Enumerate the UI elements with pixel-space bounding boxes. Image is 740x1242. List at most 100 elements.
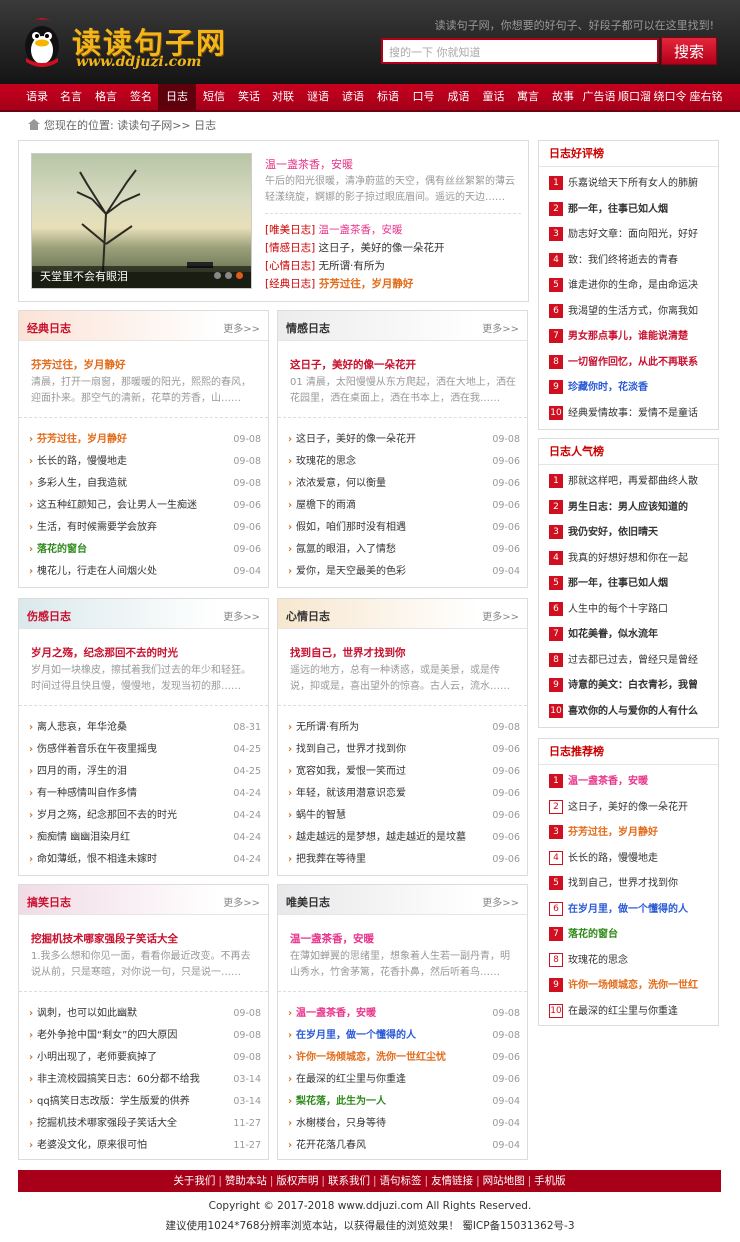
- list-item[interactable]: 无所谓·有所为 09-08: [288, 717, 520, 739]
- slide-dot[interactable]: [214, 272, 221, 279]
- feature-title[interactable]: 这日子，美好的像一朵花开: [290, 357, 416, 372]
- list-item[interactable]: 有一种感情叫自作多情 04-24: [29, 783, 261, 805]
- rank-item[interactable]: 10 喜欢你的人与爱你的人有什么: [549, 699, 718, 725]
- top-list-item[interactable]: [情感日志] 这日子，美好的像一朵花开: [265, 239, 445, 257]
- nav-item[interactable]: 谚语: [336, 84, 370, 110]
- category-title[interactable]: 心情日志: [286, 608, 330, 624]
- nav-item[interactable]: 签名: [124, 84, 158, 110]
- list-item[interactable]: 年轻，就该用潜意识恋爱 09-06: [288, 783, 520, 805]
- nav-item[interactable]: 日志: [158, 84, 196, 110]
- nav-item[interactable]: 名言: [54, 84, 88, 110]
- rank-link[interactable]: 在岁月里，做一个懂得的人: [568, 904, 688, 915]
- footer-link[interactable]: 语句标签: [380, 1175, 422, 1187]
- feature-title[interactable]: 岁月之殇，纪念那回不去的时光: [31, 645, 178, 660]
- list-item[interactable]: 生活，有时候需要学会放弃 09-06: [29, 517, 261, 539]
- list-item[interactable]: 讽刺，也可以如此幽默 09-08: [29, 1003, 261, 1025]
- list-item[interactable]: 玫瑰花的思念 09-06: [288, 451, 520, 473]
- rank-item[interactable]: 10 经典爱情故事：爱情不是童话: [549, 401, 718, 427]
- nav-item[interactable]: 标语: [370, 84, 406, 110]
- top-list-title[interactable]: 芬芳过往，岁月静好: [315, 278, 414, 290]
- slide-dot-active[interactable]: [236, 272, 243, 279]
- list-item[interactable]: 花开花落几春风 09-04: [288, 1135, 520, 1157]
- article-link[interactable]: 伤感伴着音乐在午夜里摇曳: [37, 744, 157, 755]
- article-link[interactable]: 玫瑰花的思念: [296, 456, 356, 467]
- article-link[interactable]: 把我葬在等待里: [296, 854, 366, 865]
- article-link[interactable]: 痴痴情 幽幽泪染月红: [37, 832, 130, 843]
- list-item[interactable]: 找到自己，世界才找到你 09-06: [288, 739, 520, 761]
- list-item[interactable]: 爱你，是天空最美的色彩 09-04: [288, 561, 520, 583]
- article-link[interactable]: 温一盏茶香，安暖: [296, 1008, 376, 1019]
- top-list-title[interactable]: 温一盏茶香，安暖: [315, 224, 403, 236]
- category-title[interactable]: 情感日志: [286, 320, 330, 336]
- rank-item[interactable]: 8 过去都已过去，曾经只是曾经: [549, 648, 718, 674]
- category-title[interactable]: 搞笑日志: [27, 894, 71, 910]
- nav-item[interactable]: 语录: [20, 84, 54, 110]
- rank-item[interactable]: 4 我真的好想好想和你在一起: [549, 546, 718, 572]
- article-link[interactable]: 越走越远的是梦想，越走越近的是坟墓: [296, 832, 466, 843]
- list-item[interactable]: 氤氲的眼泪，入了情愁 09-06: [288, 539, 520, 561]
- list-item[interactable]: 在岁月里，做一个懂得的人 09-08: [288, 1025, 520, 1047]
- nav-item[interactable]: 广告语: [581, 84, 617, 110]
- list-item[interactable]: 假如，咱们那时没有相遇 09-06: [288, 517, 520, 539]
- list-item[interactable]: 越走越远的是梦想，越走越近的是坟墓 09-06: [288, 827, 520, 849]
- rank-link[interactable]: 如花美眷，似水流年: [568, 629, 658, 640]
- list-item[interactable]: 痴痴情 幽幽泪染月红 04-24: [29, 827, 261, 849]
- rank-item[interactable]: 7 落花的窗台: [549, 922, 718, 948]
- rank-link[interactable]: 找到自己，世界才找到你: [568, 878, 678, 889]
- list-item[interactable]: 浓浓爱意，何以衡量 09-06: [288, 473, 520, 495]
- rank-link[interactable]: 在最深的红尘里与你重逢: [568, 1006, 678, 1017]
- list-item[interactable]: 挖掘机技术哪家强段子笑话大全 11-27: [29, 1113, 261, 1135]
- rank-item[interactable]: 3 励志好文章：面向阳光，好好: [549, 222, 718, 248]
- rank-item[interactable]: 1 乐嘉说给天下所有女人的肺腑: [549, 171, 718, 197]
- rank-link[interactable]: 我仍安好，依旧晴天: [568, 527, 658, 538]
- nav-item[interactable]: 顺口溜: [617, 84, 652, 110]
- list-item[interactable]: 把我葬在等待里 09-06: [288, 849, 520, 871]
- top-list-title[interactable]: 无所谓·有所为: [315, 260, 385, 272]
- rank-link[interactable]: 男生日志：男人应该知道的: [568, 502, 688, 513]
- rank-item[interactable]: 5 那一年，往事已如人烟: [549, 571, 718, 597]
- article-link[interactable]: 屋檐下的雨滴: [296, 500, 356, 511]
- top-list-title[interactable]: 这日子，美好的像一朵花开: [315, 242, 445, 254]
- article-link[interactable]: 年轻，就该用潜意识恋爱: [296, 788, 406, 799]
- search-input[interactable]: 搜的一下 你就知道: [381, 38, 659, 64]
- rank-item[interactable]: 2 这日子，美好的像一朵花开: [549, 795, 718, 821]
- footer-link[interactable]: 网站地图: [483, 1175, 525, 1187]
- rank-link[interactable]: 致：我们终将逝去的青春: [568, 255, 678, 266]
- list-item[interactable]: 岁月之殇，纪念那回不去的时光 04-24: [29, 805, 261, 827]
- list-item[interactable]: 水榭楼台，只身等待 09-04: [288, 1113, 520, 1135]
- nav-item[interactable]: 故事: [545, 84, 581, 110]
- nav-item[interactable]: 童话: [476, 84, 511, 110]
- more-link[interactable]: 更多>>: [482, 894, 519, 909]
- top-list-item[interactable]: [经典日志] 芬芳过往，岁月静好: [265, 275, 445, 293]
- top-list-category[interactable]: [心情日志]: [265, 260, 315, 272]
- article-link[interactable]: 在最深的红尘里与你重逢: [296, 1074, 406, 1085]
- rank-item[interactable]: 8 一切留作回忆，从此不再联系: [549, 350, 718, 376]
- article-link[interactable]: 槐花儿，行走在人间烟火处: [37, 566, 157, 577]
- top-feature-title[interactable]: 温一盏茶香，安暖: [265, 156, 353, 172]
- article-link[interactable]: 小明出现了，老师要疯掉了: [37, 1052, 157, 1063]
- article-link[interactable]: qq搞笑日志改版：学生版爱的供养: [37, 1096, 190, 1107]
- article-link[interactable]: 老外争抢中国“剩女”的四大原因: [37, 1030, 177, 1041]
- nav-item[interactable]: 笑话: [232, 84, 266, 110]
- feature-title[interactable]: 挖掘机技术哪家强段子笑话大全: [31, 931, 178, 946]
- article-link[interactable]: 无所谓·有所为: [296, 722, 359, 733]
- rank-item[interactable]: 6 人生中的每个十字路口: [549, 597, 718, 623]
- more-link[interactable]: 更多>>: [223, 894, 260, 909]
- rank-item[interactable]: 6 我渴望的生活方式，你离我如: [549, 299, 718, 325]
- article-link[interactable]: 氤氲的眼泪，入了情愁: [296, 544, 396, 555]
- list-item[interactable]: 蜗牛的智慧 09-06: [288, 805, 520, 827]
- list-item[interactable]: 槐花儿，行走在人间烟火处 09-04: [29, 561, 261, 583]
- article-link[interactable]: 四月的雨，浮生的泪: [37, 766, 127, 777]
- article-link[interactable]: 长长的路，慢慢地走: [37, 456, 127, 467]
- rank-link[interactable]: 长长的路，慢慢地走: [568, 853, 658, 864]
- article-link[interactable]: 落花的窗台: [37, 544, 87, 555]
- category-title[interactable]: 唯美日志: [286, 894, 330, 910]
- article-link[interactable]: 爱你，是天空最美的色彩: [296, 566, 406, 577]
- footer-link[interactable]: 赞助本站: [225, 1175, 267, 1187]
- rank-link[interactable]: 乐嘉说给天下所有女人的肺腑: [568, 178, 698, 189]
- rank-item[interactable]: 3 我仍安好，依旧晴天: [549, 520, 718, 546]
- rank-link[interactable]: 诗意的美文：白衣青衫，我曾: [568, 680, 698, 691]
- rank-link[interactable]: 那就这样吧，再爱都曲终人散: [568, 476, 698, 487]
- article-link[interactable]: 蜗牛的智慧: [296, 810, 346, 821]
- category-title[interactable]: 经典日志: [27, 320, 71, 336]
